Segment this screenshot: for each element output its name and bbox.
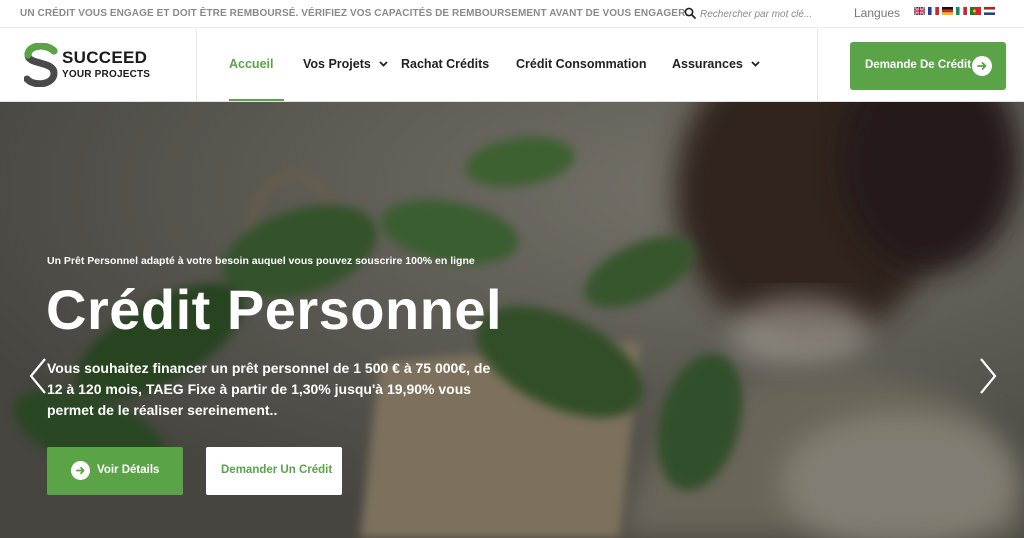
nav-divider xyxy=(196,29,197,101)
nav-item-label: Vos Projets xyxy=(303,57,371,71)
flag-uk-icon[interactable] xyxy=(914,7,925,15)
top-bar: UN CRÉDIT VOUS ENGAGE ET DOIT ÊTRE REMBO… xyxy=(0,0,1024,28)
nav-item-credit-consommation[interactable]: Crédit Consommation xyxy=(516,57,647,71)
hero-slider: Un Prêt Personnel adapté à votre besoin … xyxy=(0,102,1024,538)
nav-divider xyxy=(817,29,818,101)
voir-details-button[interactable]: Voir Détails xyxy=(47,447,183,495)
hero-title: Crédit Personnel xyxy=(46,278,503,341)
language-flags xyxy=(914,7,995,15)
nav-item-accueil[interactable]: Accueil xyxy=(229,57,273,71)
hero-eyebrow: Un Prêt Personnel adapté à votre besoin … xyxy=(47,255,475,267)
chevron-down-icon xyxy=(751,61,760,67)
search-input[interactable] xyxy=(700,5,824,23)
flag-it-icon[interactable] xyxy=(956,7,967,15)
logo[interactable]: SUCCEED YOUR PROJECTS xyxy=(24,43,169,87)
demande-de-credit-button[interactable]: Demande De Crédit xyxy=(850,42,1006,90)
arrow-right-circle-icon xyxy=(972,56,992,76)
search-box[interactable] xyxy=(684,5,824,23)
search-icon[interactable] xyxy=(684,7,696,19)
logo-subtitle: YOUR PROJECTS xyxy=(62,69,151,80)
demander-un-credit-button[interactable]: Demander Un Crédit xyxy=(206,447,342,495)
main-navigation: SUCCEED YOUR PROJECTS Accueil Vos Projet… xyxy=(0,29,1024,102)
active-nav-indicator xyxy=(229,99,284,101)
button-label: Voir Détails xyxy=(97,464,160,476)
logo-s-mark-icon xyxy=(24,43,58,87)
nav-item-label: Rachat Crédits xyxy=(401,57,490,71)
nav-item-rachat-credits[interactable]: Rachat Crédits xyxy=(401,57,489,71)
nav-item-label: Crédit Consommation xyxy=(516,57,647,71)
chevron-down-icon xyxy=(379,61,388,67)
flag-nl-icon[interactable] xyxy=(984,7,995,15)
credit-warning-notice: UN CRÉDIT VOUS ENGAGE ET DOIT ÊTRE REMBO… xyxy=(20,8,689,19)
cta-label: Demande De Crédit xyxy=(865,59,972,71)
hero-description: Vous souhaitez financer un prêt personne… xyxy=(47,360,491,418)
slider-next-arrow-icon[interactable] xyxy=(978,357,998,395)
nav-item-assurances[interactable]: Assurances xyxy=(672,57,760,71)
logo-title: SUCCEED xyxy=(62,48,148,67)
nav-item-vos-projets[interactable]: Vos Projets xyxy=(303,57,388,71)
nav-item-label: Accueil xyxy=(229,57,274,71)
flag-de-icon[interactable] xyxy=(942,7,953,15)
languages-label[interactable]: Langues xyxy=(854,6,900,20)
flag-pt-icon[interactable] xyxy=(970,7,981,15)
arrow-right-circle-icon xyxy=(71,461,90,480)
flag-fr-icon[interactable] xyxy=(928,7,939,15)
nav-item-label: Assurances xyxy=(672,57,743,71)
slider-prev-arrow-icon[interactable] xyxy=(28,357,48,395)
button-label: Demander Un Crédit xyxy=(221,464,333,476)
